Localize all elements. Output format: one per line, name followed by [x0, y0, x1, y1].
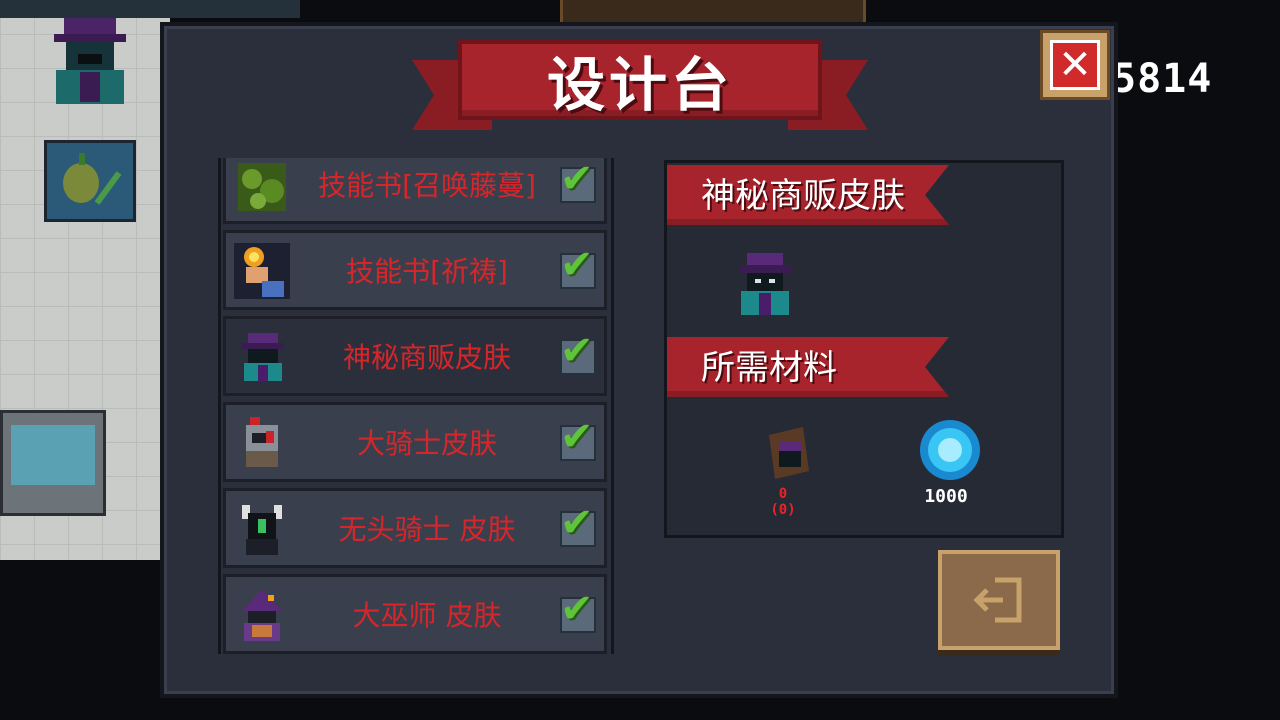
- check-icon[interactable]: ✔: [560, 417, 596, 461]
- materials-heading: 所需材料: [701, 347, 837, 388]
- computer-terminal: [0, 410, 106, 516]
- exit-door-icon: [973, 577, 1022, 623]
- list-item-grand-knight[interactable]: 大骑士皮肤 ✔: [223, 402, 607, 482]
- close-icon: ✕: [1050, 40, 1100, 90]
- list-item-merchant-skin[interactable]: 神秘商贩皮肤 ✔: [223, 316, 607, 396]
- archmage-icon: [232, 585, 292, 645]
- list-item-vine-book[interactable]: 技能书[召唤藤蔓] ✔: [223, 158, 607, 224]
- material-count: 0 (0): [770, 486, 796, 518]
- title-banner: 设计台: [412, 38, 868, 142]
- check-icon[interactable]: ✔: [560, 503, 596, 547]
- gem-total: 5814: [1112, 56, 1213, 102]
- item-name-ribbon: 神秘商贩皮肤: [667, 165, 949, 225]
- gem-icon: [920, 420, 980, 480]
- wall-strip: [0, 0, 300, 18]
- prayer-book-icon: [232, 241, 292, 301]
- item-name: 神秘商贩皮肤: [701, 175, 905, 216]
- merchant-skin-preview: [739, 253, 791, 315]
- check-icon[interactable]: ✔: [560, 331, 596, 375]
- exit-button[interactable]: [938, 550, 1060, 650]
- panel-title: 设计台: [546, 51, 733, 119]
- headless-knight-icon: [232, 499, 292, 559]
- item-label: 神秘商贩皮肤: [342, 341, 511, 374]
- blueprint-list[interactable]: 技能书[召唤藤蔓] ✔ 技能书[祈祷] ✔ 神秘商贩皮肤 ✔ 大骑士皮肤 ✔ 无…: [218, 158, 614, 654]
- item-label: 技能书[召唤藤蔓]: [318, 169, 536, 202]
- check-icon[interactable]: ✔: [560, 159, 596, 203]
- materials-ribbon: 所需材料: [667, 337, 949, 397]
- merchant-hat-material-icon: [769, 427, 809, 479]
- list-item-archmage[interactable]: 大巫师 皮肤 ✔: [223, 574, 607, 654]
- plant-pedestal: [44, 140, 136, 222]
- gem-cost: 1000: [924, 486, 968, 507]
- item-label: 技能书[祈祷]: [346, 255, 508, 288]
- close-button[interactable]: ✕: [1040, 30, 1110, 100]
- vine-book-icon: [232, 158, 292, 215]
- grand-knight-icon: [232, 413, 292, 473]
- item-label: 无头骑士 皮肤: [338, 513, 516, 546]
- item-label: 大骑士皮肤: [356, 427, 497, 460]
- check-icon[interactable]: ✔: [560, 589, 596, 633]
- list-item-prayer-book[interactable]: 技能书[祈祷] ✔: [223, 230, 607, 310]
- check-icon[interactable]: ✔: [560, 245, 596, 289]
- mysterious-merchant-icon: [232, 327, 292, 387]
- list-item-headless-knight[interactable]: 无头骑士 皮肤 ✔: [223, 488, 607, 568]
- merchant-npc: [54, 18, 126, 104]
- blueprint-detail-panel: 神秘商贩皮肤 所需材料: [664, 160, 1064, 538]
- item-label: 大巫师 皮肤: [352, 599, 502, 632]
